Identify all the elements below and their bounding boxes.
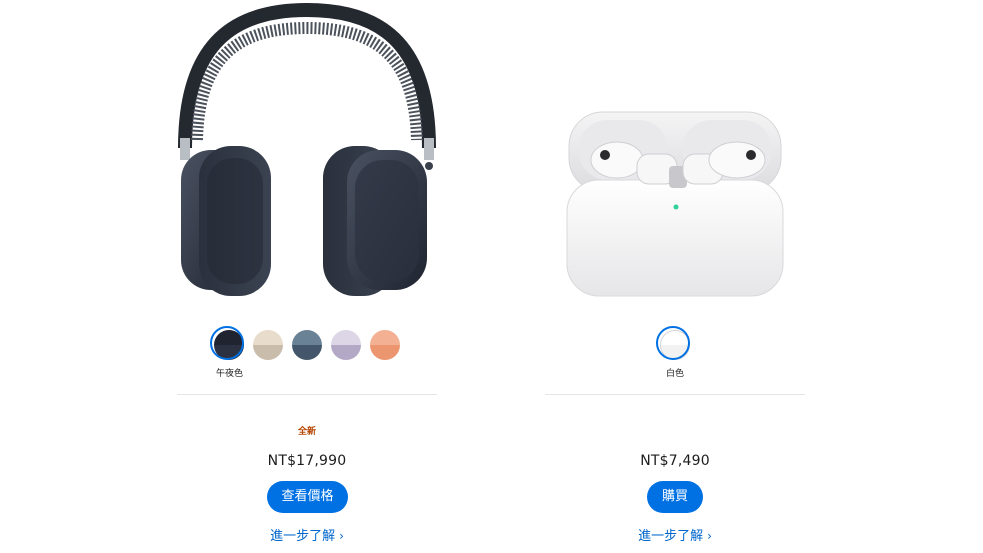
buy-button[interactable]: 購買 bbox=[647, 481, 703, 513]
swatch-bottom bbox=[214, 345, 244, 360]
color-swatches bbox=[177, 326, 437, 362]
learn-more-link[interactable]: 進一步了解 › bbox=[177, 525, 437, 544]
swatch-bottom bbox=[253, 345, 283, 360]
learn-more-label: 進一步了解 bbox=[638, 529, 704, 544]
new-badge: 全新 bbox=[297, 427, 316, 437]
price: NT$7,490 bbox=[640, 453, 710, 469]
swatch-blue[interactable] bbox=[292, 330, 322, 360]
selected-color-label: 午夜色 bbox=[216, 369, 244, 379]
product-comparison-page: 午夜色 全新 NT$17,990 查看價格 進一步了解 › 白色 NT$7,49… bbox=[0, 0, 983, 553]
airpods-pro-image[interactable] bbox=[545, 0, 805, 310]
swatch-midnight[interactable] bbox=[210, 326, 244, 360]
swatch-bottom bbox=[331, 345, 361, 360]
learn-more-label: 進一步了解 bbox=[270, 529, 336, 544]
swatch-top bbox=[370, 330, 400, 345]
price: NT$17,990 bbox=[267, 453, 347, 469]
airpods-max-image[interactable] bbox=[177, 0, 437, 310]
swatch-top bbox=[661, 331, 689, 345]
swatch-top bbox=[292, 330, 322, 345]
swatch-top bbox=[214, 330, 244, 345]
swatch-white[interactable] bbox=[656, 326, 690, 360]
color-swatches bbox=[545, 326, 805, 362]
learn-more-link[interactable]: 進一步了解 › bbox=[545, 525, 805, 544]
divider bbox=[177, 394, 437, 395]
swatch-top bbox=[253, 330, 283, 345]
view-price-button[interactable]: 查看價格 bbox=[267, 481, 348, 513]
product-card-airpods-max: 午夜色 全新 NT$17,990 查看價格 進一步了解 › bbox=[177, 0, 437, 553]
swatch-bottom bbox=[661, 345, 689, 359]
swatch-orange[interactable] bbox=[370, 330, 400, 360]
swatch-bottom bbox=[370, 345, 400, 360]
chevron-right-icon: › bbox=[707, 529, 712, 543]
swatch-bottom bbox=[292, 345, 322, 360]
swatch-top bbox=[331, 330, 361, 345]
selected-color-label: 白色 bbox=[665, 369, 684, 379]
product-card-airpods-pro: 白色 NT$7,490 購買 進一步了解 › bbox=[545, 0, 805, 553]
swatch-starlight[interactable] bbox=[253, 330, 283, 360]
swatch-purple[interactable] bbox=[331, 330, 361, 360]
chevron-right-icon: › bbox=[339, 529, 344, 543]
divider bbox=[545, 394, 805, 395]
